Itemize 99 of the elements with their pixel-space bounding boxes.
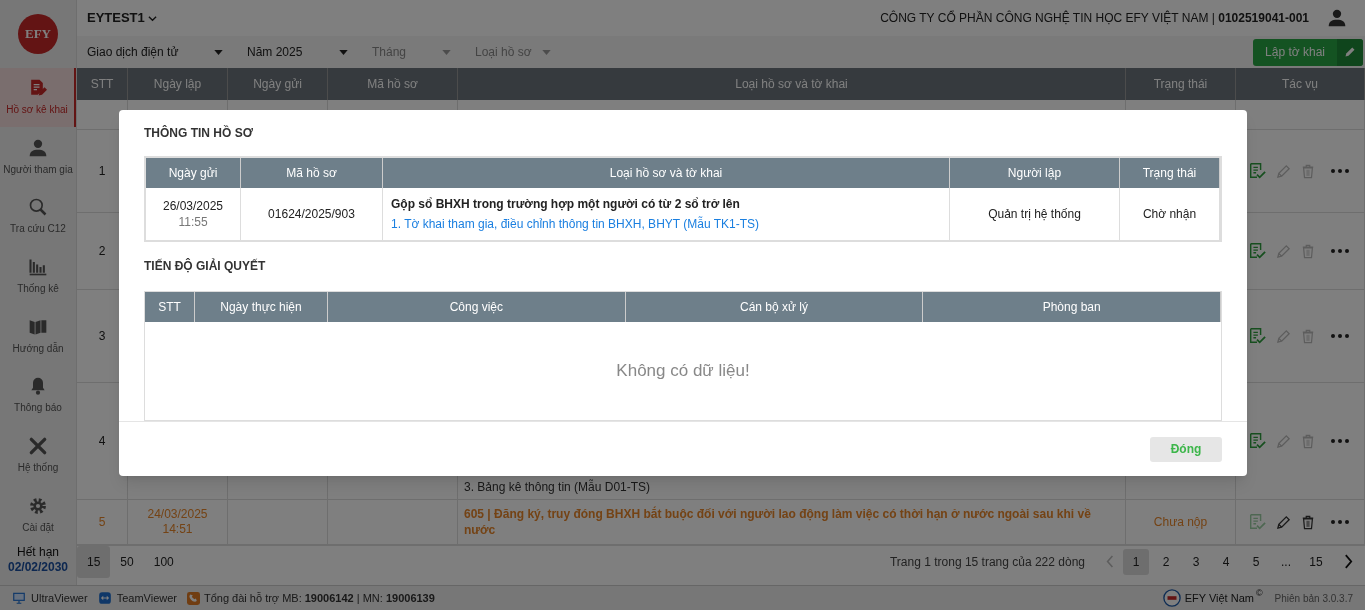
row-number: 4 (98, 433, 106, 450)
checklist-button[interactable] (1248, 162, 1266, 180)
more-button[interactable] (1331, 334, 1349, 338)
chevron-left-icon (1106, 555, 1114, 568)
more-button[interactable] (1331, 520, 1349, 524)
filter-dropdown[interactable]: Giao dịch điện tử (87, 43, 247, 61)
created-time: 14:51 (162, 522, 193, 537)
sent-date: 26/03/2025 (162, 198, 224, 214)
column-header: Trạng thái (1126, 68, 1236, 100)
brand-name: EFY Việt Nam (1184, 590, 1254, 606)
sidebar-item[interactable]: Hồ sơ kê khai (0, 67, 76, 128)
sidebar-item[interactable]: Tra cứu C12 (0, 186, 76, 247)
sidebar-item[interactable]: Thông báo (0, 366, 76, 426)
company-name: CÔNG TY CỔ PHẦN CÔNG NGHỆ TIN HỌC EFY VIỆT NAM | 0102519041-001 (880, 9, 1309, 27)
sidebar-item[interactable]: Hệ thống (0, 425, 76, 486)
page-size-option[interactable]: 100 (143, 545, 184, 578)
caret-down-icon (339, 49, 348, 55)
version-text: Phiên bản 3.0.3.7 (1274, 591, 1353, 606)
sidebar-item[interactable]: Người tham gia (0, 127, 76, 187)
sidebar-item[interactable]: Thống kê (0, 246, 76, 307)
creator-name: Quản trị hệ thống (988, 206, 1081, 223)
column-header: Người lập (950, 158, 1120, 188)
column-header: Cán bộ xử lý (625, 292, 924, 322)
remote-tool-link[interactable]: TeamViewer (97, 589, 177, 607)
pencil-icon (1344, 46, 1356, 58)
column-header: STT (77, 68, 128, 100)
user-button[interactable] (1327, 8, 1347, 28)
checklist-button[interactable] (1248, 327, 1266, 345)
gear-icon (28, 495, 48, 516)
column-header: Tác vụ (1236, 68, 1365, 100)
section-title: TIẾN ĐỘ GIẢI QUYẾT (144, 257, 267, 275)
arrows-icon (97, 591, 112, 605)
user-icon (28, 137, 48, 158)
page-size-option[interactable]: 15 (77, 545, 111, 578)
page-size-option[interactable]: 50 (110, 545, 144, 578)
checklist-button[interactable] (1248, 432, 1266, 450)
column-header: Ngày gửi (146, 158, 241, 188)
filter-dropdown[interactable]: Năm 2025 (247, 43, 372, 61)
hotline-text: Tổng đài hỗ trợ MB: 19006142 | MN: 19006139 (204, 590, 435, 606)
expiry-date: 02/02/2030 (7, 560, 69, 575)
page-button[interactable]: 4 (1213, 548, 1239, 575)
sidebar-item[interactable]: Hướng dẫn (0, 306, 76, 366)
expiry-label: Hết hạn (17, 545, 59, 560)
page-button[interactable]: 3 (1183, 548, 1209, 575)
user-icon (1327, 8, 1347, 28)
checklist-button[interactable] (1248, 513, 1266, 531)
caret-down-icon (214, 49, 223, 55)
empty-message: Không có dữ liệu! (616, 360, 750, 383)
status-text: Chưa nộp (1153, 514, 1208, 531)
column-header: Mã hồ sơ (241, 158, 383, 188)
copyright-mark: © (1255, 588, 1263, 598)
record-code: 01624/2025/903 (268, 206, 355, 223)
more-button[interactable] (1331, 169, 1349, 173)
more-button[interactable] (1331, 249, 1349, 253)
monitor-icon (12, 591, 26, 605)
delete-button[interactable] (1301, 514, 1315, 530)
create-declaration-button[interactable]: Lập tờ khai (1253, 38, 1363, 66)
magnifier-icon (28, 197, 48, 218)
column-header: Loại hồ sơ và tờ khai (458, 68, 1126, 100)
edit-button[interactable] (1276, 514, 1291, 530)
page-button[interactable]: 5 (1243, 548, 1269, 575)
created-date: 24/03/2025 (147, 507, 208, 522)
column-header: Ngày thực hiện (195, 292, 328, 322)
page-button[interactable]: 1 (1123, 548, 1149, 575)
row-number: 5 (98, 514, 106, 531)
section-title: THÔNG TIN HỒ SƠ (144, 124, 254, 142)
column-header: Mã hồ sơ (328, 68, 458, 100)
form-line: 3. Bảng kê thông tin (Mẫu D01-TS) (464, 478, 651, 496)
column-header: Công việc (328, 292, 626, 322)
column-header: Ngày gửi (228, 68, 328, 100)
row-number: 1 (98, 163, 106, 180)
page-button[interactable]: 15 (1303, 548, 1329, 575)
page-button[interactable]: 2 (1153, 548, 1179, 575)
chevron-down-icon (147, 13, 157, 23)
column-header: Ngày lập (128, 68, 228, 100)
declaration-title: 605 | Đăng ký, truy đóng BHXH bắt buộc đối với người lao động làm việc có thời hạn ở nước ngoài sau khi về nước (464, 506, 1092, 538)
column-header: Phòng ban (923, 292, 1221, 322)
column-header: STT (145, 292, 195, 322)
sidebar-item[interactable]: Cài đặt (0, 485, 76, 545)
close-button[interactable]: Đóng (1150, 436, 1222, 462)
column-header: Trạng thái (1120, 158, 1220, 188)
caret-down-icon (442, 49, 451, 55)
logo: EFY (18, 13, 58, 54)
remote-tool-link[interactable]: UltraViewer (12, 589, 88, 607)
account-dropdown[interactable]: EYTEST1 (87, 8, 157, 28)
chevron-right-icon (1343, 554, 1353, 569)
caret-down-icon (542, 49, 551, 55)
pagination-summary: Trang 1 trong 15 trang của 222 dòng (889, 553, 1085, 571)
status-text: Chờ nhận (1142, 206, 1197, 223)
declaration-title: Gộp sổ BHXH trong trường hợp một người có từ 2 sổ trở lên (391, 196, 740, 213)
row-number: 2 (98, 243, 106, 260)
page-button[interactable]: ... (1273, 548, 1299, 575)
phone-icon (187, 591, 200, 605)
column-header: Loại hồ sơ và tờ khai (383, 158, 950, 188)
form-link[interactable]: 1. Tờ khai tham gia, điều chỉnh thông tin BHXH, BHYT (Mẫu TK1-TS) (391, 214, 760, 234)
row-number: 3 (98, 328, 106, 345)
checklist-button[interactable] (1248, 242, 1266, 260)
more-button[interactable] (1331, 439, 1349, 443)
sent-time: 11:55 (178, 214, 208, 230)
